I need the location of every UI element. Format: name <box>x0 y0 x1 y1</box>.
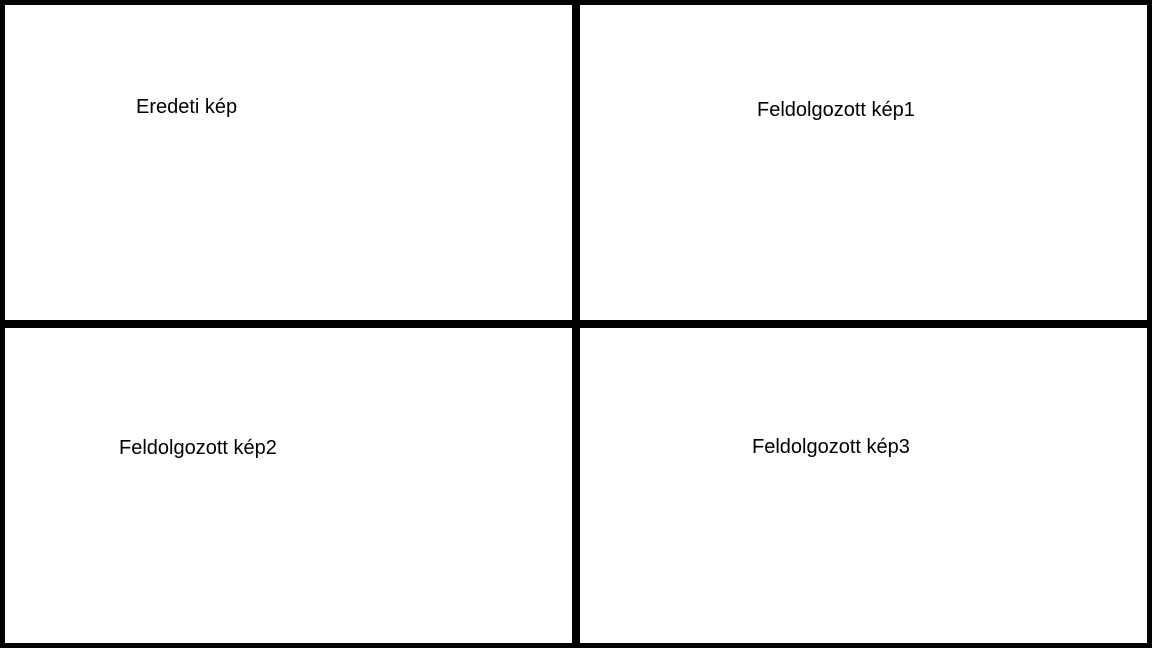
processed-image-2-panel: Feldolgozott kép2 <box>5 328 572 643</box>
processed-image-3-panel: Feldolgozott kép3 <box>580 328 1147 643</box>
processed-image-3-label: Feldolgozott kép3 <box>752 436 910 458</box>
processed-image-1-label: Feldolgozott kép1 <box>757 99 915 121</box>
processed-image-2-label: Feldolgozott kép2 <box>119 437 277 459</box>
original-image-panel: Eredeti kép <box>5 5 572 320</box>
original-image-label: Eredeti kép <box>136 96 238 118</box>
processed-image-1-panel: Feldolgozott kép1 <box>580 5 1147 320</box>
